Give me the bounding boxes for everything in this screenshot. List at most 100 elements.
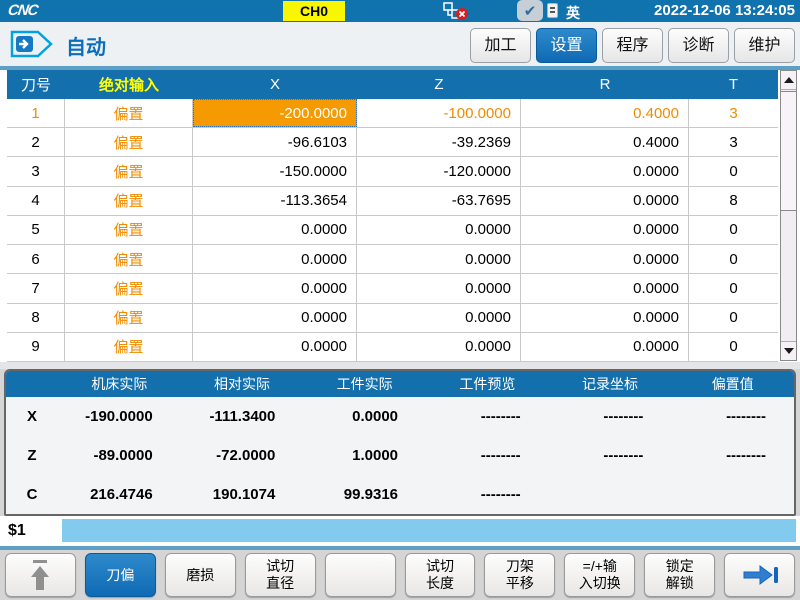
tool-no-cell[interactable]: 4: [7, 187, 65, 215]
t-offset-cell[interactable]: 3: [689, 128, 778, 156]
softkey-page-up[interactable]: [5, 553, 76, 597]
x-offset-cell[interactable]: 0.0000: [193, 274, 357, 302]
command-input[interactable]: [62, 519, 796, 542]
tool-no-cell[interactable]: 5: [7, 216, 65, 244]
workpiece-actual-value: 0.0000: [303, 408, 426, 425]
type-cell[interactable]: 偏置: [65, 187, 193, 215]
r-offset-cell[interactable]: 0.4000: [521, 128, 689, 156]
z-offset-cell[interactable]: 0.0000: [357, 333, 521, 361]
r-offset-cell[interactable]: 0.4000: [521, 99, 689, 127]
scroll-down-icon[interactable]: [781, 341, 796, 360]
header-record-coord: 记录坐标: [549, 374, 672, 394]
scrollbar-thumb[interactable]: [780, 91, 797, 211]
x-offset-cell[interactable]: 0.0000: [193, 304, 357, 332]
softkey-lock-unlock[interactable]: 锁定 解锁: [644, 553, 715, 597]
t-offset-cell[interactable]: 0: [689, 304, 778, 332]
header-workpiece-preview: 工件预览: [426, 374, 549, 394]
z-offset-cell[interactable]: 0.0000: [357, 245, 521, 273]
type-cell[interactable]: 偏置: [65, 304, 193, 332]
header-t: T: [689, 70, 778, 99]
r-offset-cell[interactable]: 0.0000: [521, 245, 689, 273]
type-cell[interactable]: 偏置: [65, 274, 193, 302]
r-offset-cell[interactable]: 0.0000: [521, 157, 689, 185]
softkey-turret-translate[interactable]: 刀架 平移: [484, 553, 555, 597]
r-offset-cell[interactable]: 0.0000: [521, 274, 689, 302]
command-prompt: $1: [8, 516, 26, 546]
r-offset-cell[interactable]: 0.0000: [521, 187, 689, 215]
table-row: 1 偏置 -200.0000 -100.0000 0.4000 3: [7, 99, 778, 128]
x-offset-cell[interactable]: -96.6103: [193, 128, 357, 156]
x-offset-cell[interactable]: 0.0000: [193, 216, 357, 244]
softkey-tool-offset[interactable]: 刀偏: [85, 553, 156, 597]
axis-label: X: [6, 408, 58, 425]
axis-row-c: C 216.4746 190.1074 99.9316 --------: [6, 475, 794, 514]
scroll-up-icon[interactable]: [781, 71, 796, 90]
tool-no-cell[interactable]: 7: [7, 274, 65, 302]
type-cell[interactable]: 偏置: [65, 99, 193, 127]
tab-diagnosis[interactable]: 诊断: [668, 28, 729, 63]
tab-maintenance[interactable]: 维护: [734, 28, 795, 63]
z-offset-cell[interactable]: -100.0000: [357, 99, 521, 127]
tool-no-cell[interactable]: 1: [7, 99, 65, 127]
softkey-wear[interactable]: 磨损: [165, 553, 236, 597]
command-line: $1: [0, 516, 800, 546]
main-tabs: 加工 设置 程序 诊断 维护: [470, 28, 795, 63]
tool-no-cell[interactable]: 6: [7, 245, 65, 273]
tab-program[interactable]: 程序: [602, 28, 663, 63]
type-cell[interactable]: 偏置: [65, 216, 193, 244]
z-offset-cell[interactable]: -39.2369: [357, 128, 521, 156]
tool-no-cell[interactable]: 8: [7, 304, 65, 332]
relative-actual-value: -72.0000: [181, 447, 304, 464]
relative-actual-value: 190.1074: [181, 486, 304, 503]
t-offset-cell[interactable]: 3: [689, 99, 778, 127]
softkey-trial-cut-diameter[interactable]: 试切 直径: [245, 553, 316, 597]
language-indicator[interactable]: 英: [566, 3, 580, 23]
record-coord-value: --------: [549, 408, 672, 425]
axis-row-x: X -190.0000 -111.3400 0.0000 -------- --…: [6, 397, 794, 436]
t-offset-cell[interactable]: 0: [689, 333, 778, 361]
softkey-empty[interactable]: [325, 553, 396, 597]
workpiece-preview-value: --------: [426, 486, 549, 503]
x-offset-cell[interactable]: 0.0000: [193, 333, 357, 361]
z-offset-cell[interactable]: 0.0000: [357, 274, 521, 302]
tool-no-cell[interactable]: 3: [7, 157, 65, 185]
machine-actual-value: -89.0000: [58, 447, 181, 464]
type-cell[interactable]: 偏置: [65, 333, 193, 361]
t-offset-cell[interactable]: 8: [689, 187, 778, 215]
t-offset-cell[interactable]: 0: [689, 216, 778, 244]
tab-settings[interactable]: 设置: [536, 28, 597, 63]
softkey-next-page[interactable]: [724, 553, 795, 597]
r-offset-cell[interactable]: 0.0000: [521, 333, 689, 361]
r-offset-cell[interactable]: 0.0000: [521, 304, 689, 332]
x-offset-cell[interactable]: 0.0000: [193, 245, 357, 273]
machine-actual-value: 216.4746: [58, 486, 181, 503]
r-offset-cell[interactable]: 0.0000: [521, 216, 689, 244]
tool-no-cell[interactable]: 9: [7, 333, 65, 361]
tab-machining[interactable]: 加工: [470, 28, 531, 63]
table-scrollbar[interactable]: [780, 70, 797, 361]
workpiece-preview-value: --------: [426, 408, 549, 425]
datetime-display: 2022-12-06 13:24:05: [654, 2, 795, 19]
record-coord-value: --------: [549, 447, 672, 464]
network-disconnected-icon: [443, 2, 469, 20]
type-cell[interactable]: 偏置: [65, 128, 193, 156]
x-offset-cell[interactable]: -113.3654: [193, 187, 357, 215]
x-offset-cell-focused[interactable]: -200.0000: [193, 99, 357, 127]
relative-actual-value: -111.3400: [181, 408, 304, 425]
t-offset-cell[interactable]: 0: [689, 157, 778, 185]
softkey-trial-cut-length[interactable]: 试切 长度: [405, 553, 476, 597]
z-offset-cell[interactable]: -120.0000: [357, 157, 521, 185]
type-cell[interactable]: 偏置: [65, 157, 193, 185]
t-offset-cell[interactable]: 0: [689, 245, 778, 273]
z-offset-cell[interactable]: -63.7695: [357, 187, 521, 215]
x-offset-cell[interactable]: -150.0000: [193, 157, 357, 185]
z-offset-cell[interactable]: 0.0000: [357, 216, 521, 244]
z-offset-cell[interactable]: 0.0000: [357, 304, 521, 332]
storage-icon: [547, 3, 558, 18]
t-offset-cell[interactable]: 0: [689, 274, 778, 302]
softkey-input-toggle[interactable]: =/+输 入切换: [564, 553, 635, 597]
position-panel-header: 机床实际 相对实际 工件实际 工件预览 记录坐标 偏置值: [6, 371, 794, 397]
tool-no-cell[interactable]: 2: [7, 128, 65, 156]
header-tool-no: 刀号: [7, 70, 65, 99]
type-cell[interactable]: 偏置: [65, 245, 193, 273]
